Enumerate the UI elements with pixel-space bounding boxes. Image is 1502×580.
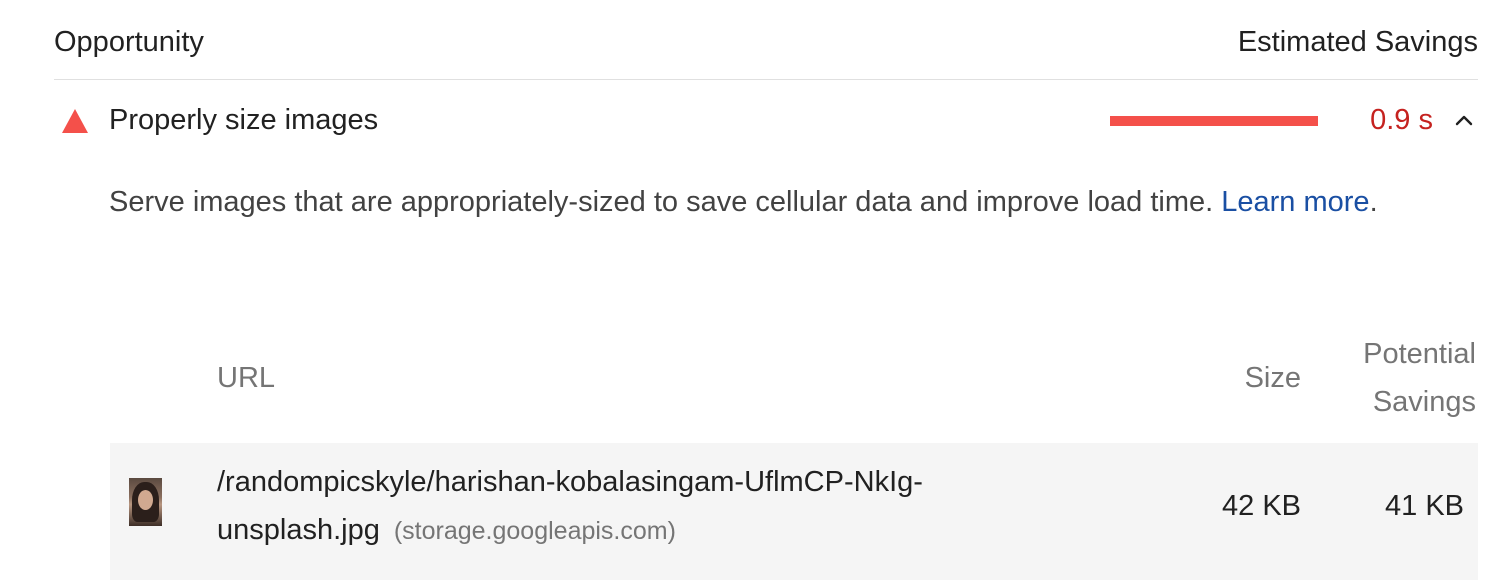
url-column-header: URL bbox=[217, 362, 276, 394]
potential-savings-header-line2: Savings bbox=[1372, 386, 1476, 418]
warning-triangle-icon bbox=[62, 109, 88, 133]
resource-size: 42 KB bbox=[1222, 490, 1301, 522]
table-row: /randompicskyle/harishan-kobalasingam-Uf… bbox=[110, 443, 1478, 580]
potential-savings-header-line1: Potential bbox=[1363, 338, 1476, 370]
learn-more-link[interactable]: Learn more bbox=[1221, 186, 1369, 218]
size-column-header: Size bbox=[1244, 362, 1301, 394]
estimated-savings-column-label: Estimated Savings bbox=[1237, 26, 1478, 58]
potential-savings-column-header: Potential Savings bbox=[1363, 330, 1476, 426]
savings-value: 0.9 s bbox=[1370, 104, 1433, 136]
audit-title: Properly size images bbox=[109, 104, 379, 136]
savings-bar bbox=[1110, 116, 1318, 126]
resource-url-host: (storage.googleapis.com) bbox=[393, 517, 676, 545]
opportunity-column-label: Opportunity bbox=[54, 26, 204, 58]
details-table-header: URL Size Potential Savings bbox=[110, 330, 1478, 440]
image-thumbnail bbox=[129, 478, 162, 526]
resource-potential-savings: 41 KB bbox=[1385, 490, 1464, 522]
opportunity-table-header: Opportunity Estimated Savings bbox=[54, 0, 1478, 80]
audit-description-text: Serve images that are appropriately-size… bbox=[109, 186, 1214, 218]
audit-properly-size-images[interactable]: Properly size images 0.9 s bbox=[54, 80, 1478, 162]
savings-bar-fill bbox=[1110, 116, 1318, 126]
audit-description-end: . bbox=[1369, 186, 1378, 218]
thumbnail-face bbox=[138, 490, 153, 510]
audit-description: Serve images that are appropriately-size… bbox=[109, 178, 1429, 226]
chevron-up-icon[interactable] bbox=[1450, 106, 1478, 134]
resource-url[interactable]: /randompicskyle/harishan-kobalasingam-Uf… bbox=[217, 458, 1037, 555]
